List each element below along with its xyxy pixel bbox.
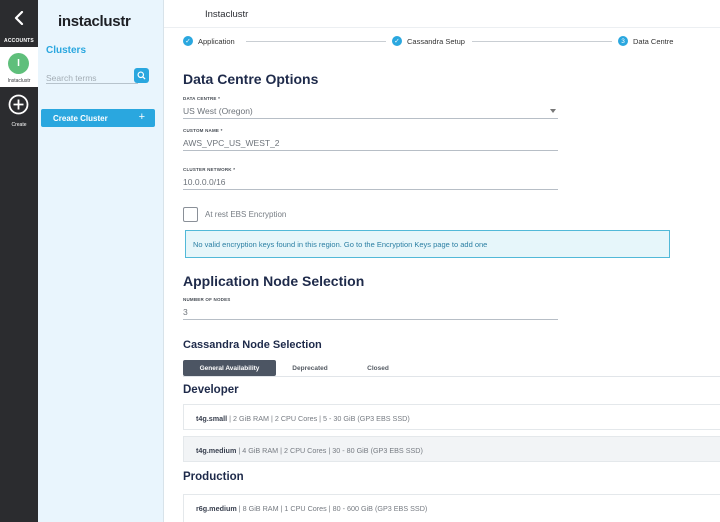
- back-button[interactable]: [0, 0, 38, 36]
- avatar: I: [8, 53, 29, 74]
- account-item[interactable]: I Instaclustr: [0, 47, 38, 87]
- header-title: Instaclustr: [205, 9, 249, 20]
- wizard-stepper: ✓ Application ✓ Cassandra Setup 3 Data C…: [164, 36, 720, 54]
- step-label: Cassandra Setup: [407, 36, 465, 46]
- node-option-r6g-medium[interactable]: r6g.medium | 8 GiB RAM | 1 CPU Cores | 8…: [183, 494, 720, 522]
- step-connector: [472, 41, 612, 42]
- node-name: r6g.medium: [196, 504, 237, 513]
- step-data-centre[interactable]: 3 Data Centre: [618, 36, 673, 46]
- chevron-left-icon: [14, 11, 24, 25]
- number-of-nodes-input[interactable]: 3: [183, 306, 558, 320]
- data-centre-value: US West (Oregon): [183, 106, 253, 116]
- step-number-badge: 3: [618, 36, 628, 46]
- main-form: Data Centre Options DATA CENTRE * US Wes…: [164, 58, 720, 522]
- account-name: Instaclustr: [7, 78, 31, 84]
- search-button[interactable]: [134, 68, 149, 83]
- create-cluster-label: Create Cluster: [53, 113, 108, 123]
- create-cluster-button[interactable]: Create Cluster +: [41, 109, 155, 127]
- number-of-nodes-value: 3: [183, 307, 188, 317]
- account-rail: ACCOUNTS I Instaclustr Create: [0, 0, 38, 522]
- tab-general-availability[interactable]: General Availability: [183, 360, 276, 376]
- check-icon: ✓: [183, 36, 193, 46]
- number-of-nodes-label: NUMBER OF NODES: [183, 297, 231, 302]
- tab-closed[interactable]: Closed: [344, 360, 412, 376]
- node-name: t4g.small: [196, 414, 228, 423]
- encryption-notice: No valid encryption keys found in this r…: [185, 230, 670, 258]
- cluster-network-label: CLUSTER NETWORK *: [183, 167, 236, 172]
- node-option-t4g-small[interactable]: t4g.small | 2 GiB RAM | 2 CPU Cores | 5 …: [183, 404, 720, 430]
- step-label: Application: [198, 36, 235, 46]
- node-option-t4g-medium[interactable]: t4g.medium | 4 GiB RAM | 2 CPU Cores | 3…: [183, 436, 720, 462]
- availability-tabs: General Availability Deprecated Closed: [183, 360, 412, 376]
- add-circle-icon[interactable]: [8, 94, 29, 115]
- data-centre-label: DATA CENTRE *: [183, 96, 221, 101]
- top-header: Instaclustr: [164, 0, 720, 28]
- data-centre-options-title: Data Centre Options: [183, 71, 319, 87]
- step-application[interactable]: ✓ Application: [183, 36, 235, 46]
- accounts-label: ACCOUNTS: [4, 38, 34, 44]
- tab-deprecated[interactable]: Deprecated: [276, 360, 344, 376]
- search-input[interactable]: [46, 70, 138, 86]
- custom-name-input[interactable]: AWS_VPC_US_WEST_2: [183, 137, 558, 151]
- ebs-encryption-label[interactable]: At rest EBS Encryption: [205, 210, 286, 219]
- ebs-encryption-checkbox[interactable]: [183, 207, 198, 222]
- tabs-divider: [183, 376, 720, 377]
- search-icon: [137, 71, 146, 80]
- create-label[interactable]: Create: [0, 122, 38, 128]
- plus-icon: +: [138, 111, 145, 123]
- production-title: Production: [183, 471, 244, 483]
- caret-down-icon: [550, 109, 556, 113]
- node-specs: | 2 GiB RAM | 2 CPU Cores | 5 - 30 GiB (…: [229, 414, 410, 423]
- sidebar: instaclustr Clusters Create Cluster +: [38, 0, 164, 522]
- search-field: [46, 68, 138, 86]
- node-specs: | 8 GiB RAM | 1 CPU Cores | 80 - 600 GiB…: [238, 504, 428, 513]
- check-icon: ✓: [392, 36, 402, 46]
- developer-title: Developer: [183, 384, 239, 396]
- node-name: t4g.medium: [196, 446, 237, 455]
- node-specs: | 4 GiB RAM | 2 CPU Cores | 30 - 80 GiB …: [238, 446, 423, 455]
- logo: instaclustr: [58, 13, 131, 30]
- cluster-network-value: 10.0.0.0/16: [183, 177, 226, 187]
- cassandra-node-selection-title: Cassandra Node Selection: [183, 339, 322, 351]
- application-node-selection-title: Application Node Selection: [183, 273, 365, 289]
- step-label: Data Centre: [633, 36, 674, 46]
- step-connector: [246, 41, 386, 42]
- custom-name-value: AWS_VPC_US_WEST_2: [183, 138, 280, 148]
- custom-name-label: CUSTOM NAME *: [183, 128, 223, 133]
- step-cassandra-setup[interactable]: ✓ Cassandra Setup: [392, 36, 465, 46]
- data-centre-select[interactable]: US West (Oregon): [183, 105, 558, 119]
- clusters-title: Clusters: [46, 45, 87, 56]
- cluster-network-input[interactable]: 10.0.0.0/16: [183, 176, 558, 190]
